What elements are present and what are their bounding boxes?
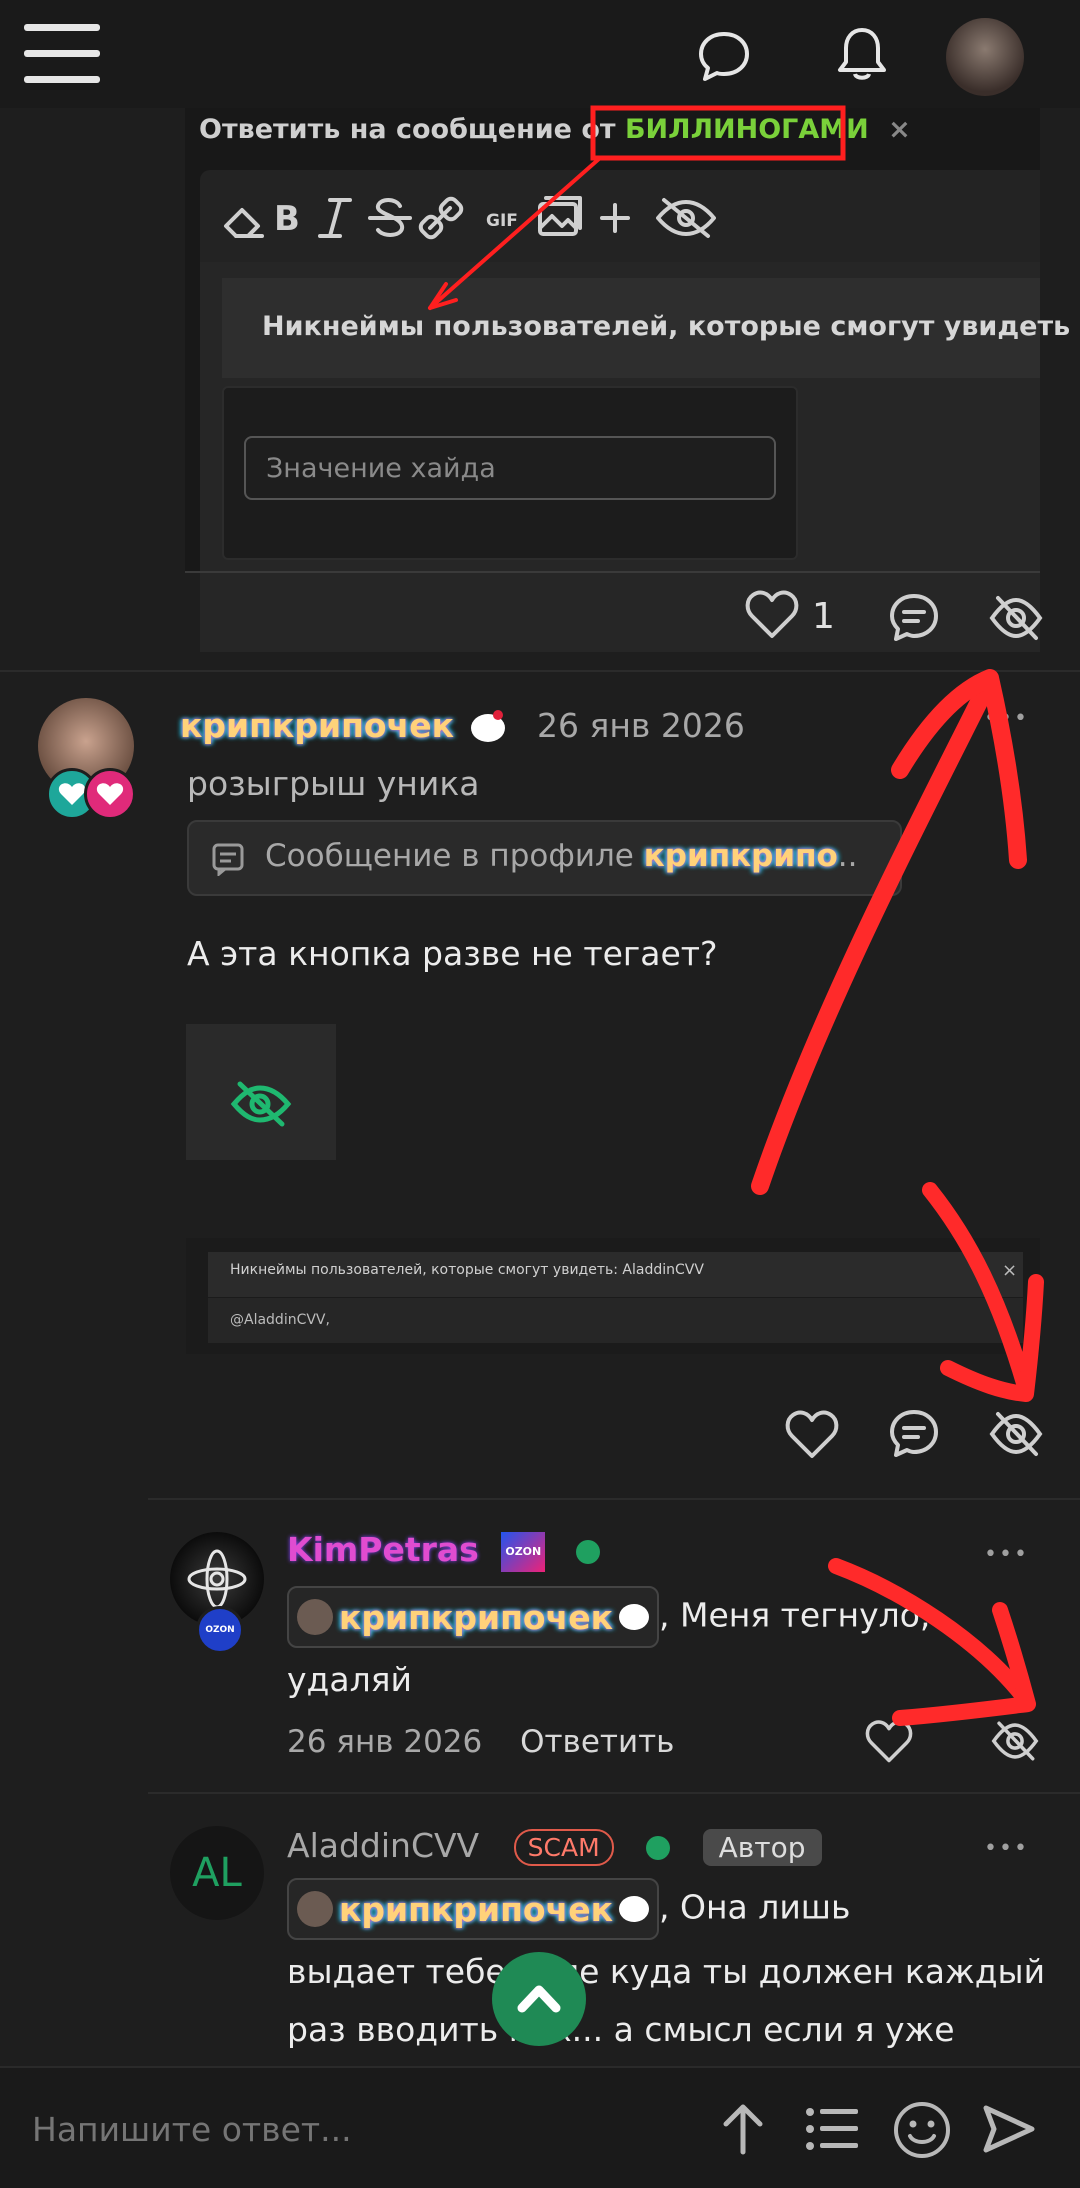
annotation-arrow-1 [428, 156, 602, 310]
upload-icon[interactable] [718, 2102, 768, 2156]
annotation-box [590, 105, 846, 161]
list-icon[interactable] [804, 2104, 860, 2154]
annotation-arrow-down-1 [922, 1182, 1044, 1402]
annotation-arrow-up [751, 669, 1027, 1195]
emoji-icon[interactable] [892, 2100, 952, 2160]
composer-bar [0, 2066, 1080, 2188]
annotation-arrow-down-2 [828, 1558, 1036, 1726]
composer-input[interactable] [30, 2092, 674, 2166]
send-icon[interactable] [982, 2102, 1036, 2156]
annotation-layer [428, 105, 1044, 1726]
